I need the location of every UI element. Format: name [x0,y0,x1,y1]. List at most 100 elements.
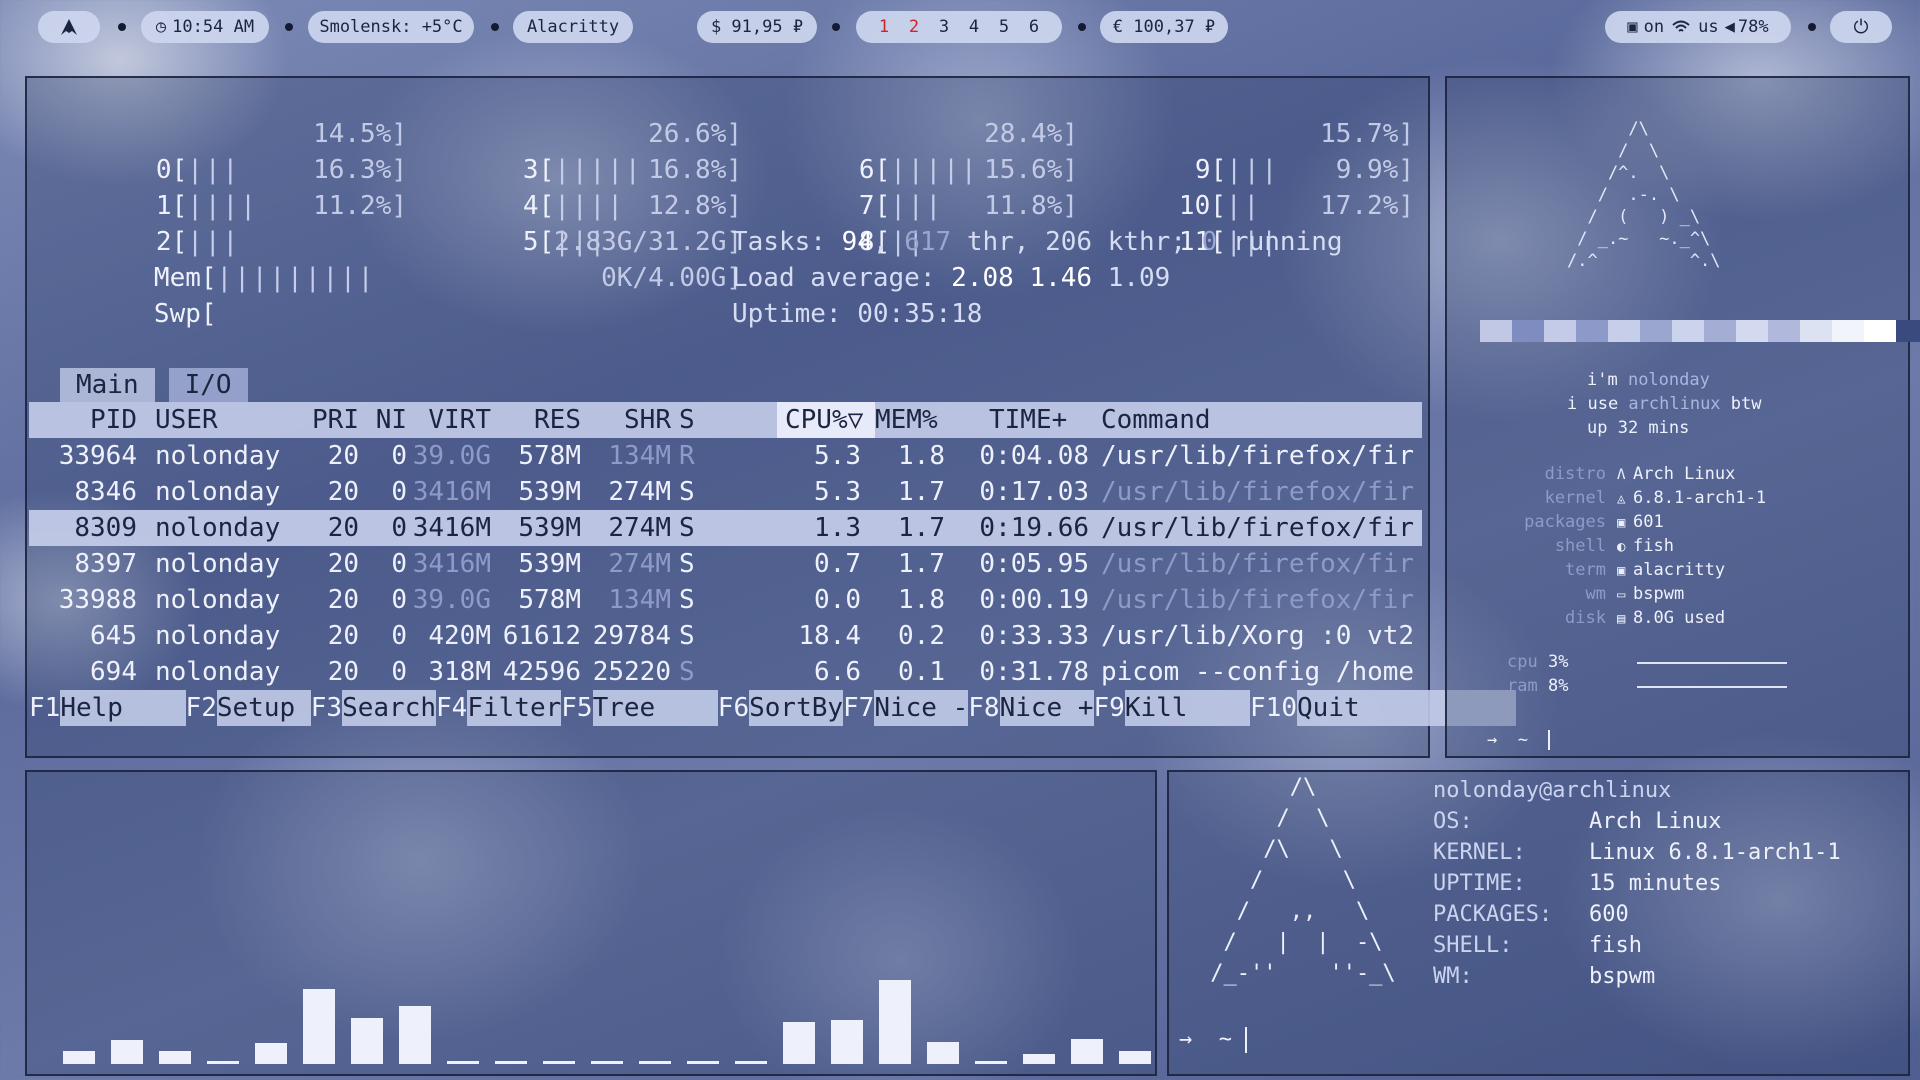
cpu-time: 0:31.78 [979,657,1089,687]
visualizer-bar [783,1022,815,1064]
load-15min: 1.09 [1107,263,1171,293]
clock-widget[interactable]: ◷ 10:54 AM [141,11,269,43]
column-shr[interactable]: SHR [589,402,671,438]
network-state: on [1643,17,1665,37]
process-row[interactable]: 33988 nolonday 20 0 39.0G 578M 134M S 0.… [29,582,1422,618]
fkey-number: F6 [717,693,750,723]
workspace-2[interactable]: 2 [899,17,929,37]
process-row[interactable]: 645 nolonday 20 0 420M 61612 29784 S 18.… [29,618,1422,654]
workspace-3[interactable]: 3 [929,17,959,37]
nice: 0 [391,549,407,579]
process-row[interactable]: 8397 nolonday 20 0 3416M 539M 274M S 0.7… [29,546,1422,582]
column-user[interactable]: USER [155,402,218,438]
f4-filter-button[interactable]: F4 Filter [436,690,562,726]
process-row-selected[interactable]: 8309 nolonday 20 0 3416M 539M 274M S 1.3… [29,510,1422,546]
palette-swatch [1736,320,1768,342]
terminal-prompt[interactable]: → ~ [1179,1024,1248,1055]
network-icon[interactable]: ▣ [1627,17,1637,37]
f9-kill-button[interactable]: F9 Kill [1094,690,1251,726]
cpu-percent: 1.3 [814,513,861,543]
terminal-prompt[interactable]: → ~ [1487,728,1551,752]
tab-main[interactable]: Main [60,368,155,402]
f2-setup-button[interactable]: F2 Setup [186,690,311,726]
volume-icon[interactable]: ◀ [1725,17,1735,37]
info-distro: distro Λ Arch Linux [1447,462,1908,486]
workspace-5[interactable]: 5 [989,17,1019,37]
workspace-1[interactable]: 1 [869,17,899,37]
column-res[interactable]: RES [499,402,581,438]
process-row[interactable]: 694 nolonday 20 0 318M 42596 25220 S 6.6… [29,654,1422,690]
load-average-label: Load average: [732,263,952,293]
audio-visualizer-window[interactable] [25,770,1157,1076]
f7-nice-minus-button[interactable]: F7 Nice - [843,690,969,726]
workspace-6[interactable]: 6 [1019,17,1049,37]
cpu-usage-label: cpu [1507,652,1538,672]
info-disk: disk ▤ 8.0G used [1447,606,1908,630]
column-state[interactable]: S [679,402,695,438]
weather-widget[interactable]: Smolensk: +5°C [308,11,474,43]
column-mem[interactable]: MEM% [875,402,938,438]
f3-search-button[interactable]: F3 Search [311,690,437,726]
menu-button[interactable] [38,11,100,43]
usd-rate[interactable]: $ 91,95 ₽ [697,11,817,43]
palette-swatch [1544,320,1576,342]
process-row[interactable]: 8346 nolonday 20 0 3416M 539M 274M S 5.3… [29,474,1422,510]
cursor [1548,730,1551,750]
column-ni[interactable]: NI [359,402,407,438]
f5-tree-button[interactable]: F5 Tree [561,690,718,726]
htop-window[interactable]: 0[||| 14.5%] 1[|||| 16.3%] 2[||| 11.2%] 3[|… [25,76,1517,758]
workspace-4[interactable]: 4 [959,17,989,37]
state: S [679,477,695,507]
window-icon: ▭ [1617,587,1626,603]
visualizer-bar [927,1042,959,1064]
volume-level[interactable]: 78% [1738,17,1769,37]
fetch-os: OS: Arch Linux [1433,806,1721,837]
sysinfo-window[interactable]: /\ / \ /^. \ / .-. \ / ( ) _\ / _.~ ~._^… [1445,76,1920,758]
cpu-time: 0:00.19 [979,585,1089,615]
cpu-percent: 18.4 [798,621,861,651]
htop: 0[||| 14.5%] 1[|||| 16.3%] 2[||| 11.2%] 3[|… [27,78,1517,756]
uptime: Uptime: 00:35:18 [732,296,982,332]
visualizer-bar [255,1043,287,1064]
fetch-key: WM: [1433,964,1473,989]
palette-swatch [1768,320,1800,342]
swap-meter: Swp[0K/4.00G] [60,260,742,368]
column-pri[interactable]: PRI [289,402,359,438]
separator-dot [285,23,293,31]
tab-io[interactable]: I/O [168,368,248,402]
separator-dot [118,23,126,31]
palette-swatch [1608,320,1640,342]
res: 61612 [502,621,581,651]
mem-percent: 1.7 [898,513,945,543]
column-pid[interactable]: PID [67,402,137,438]
info-kernel: kernel ◬ 6.8.1-arch1-1 [1447,486,1908,510]
fetch-kernel: KERNEL: Linux 6.8.1-arch1-1 [1433,837,1841,868]
column-virt[interactable]: VIRT [409,402,491,438]
f6-sortby-button[interactable]: F6 SortBy [717,690,844,726]
arch-logo-icon [61,19,77,35]
f8-nice-plus-button[interactable]: F8 Nice + [968,690,1094,726]
command: /usr/lib/firefox/fir [1101,441,1415,471]
eur-rate[interactable]: € 100,37 ₽ [1100,11,1228,43]
ram-usage: ram 8% [1507,674,1807,698]
power-button[interactable]: ⏻ [1830,11,1892,43]
process-row[interactable]: 33964 nolonday 20 0 39.0G 578M 134M R 5.… [29,438,1422,474]
f1-help-button[interactable]: F1 Help [29,690,186,726]
priority: 20 [327,657,359,687]
command: /usr/lib/firefox/fir [1101,513,1415,543]
fetch-value: fish [1589,933,1642,958]
swap-meter-label: Swp[ [153,299,217,329]
info-shell: shell ◐ fish [1447,534,1908,558]
tasks-label: Tasks: [732,227,842,257]
keyboard-layout[interactable]: us [1698,17,1718,37]
cpu-usage-value: 3% [1547,652,1569,672]
column-cpu[interactable]: CPU%▽ [785,402,863,438]
neofetch-window[interactable]: /\ / \ /\ \ / \ / ,, \ / | | -\ /_-'' ''… [1167,770,1910,1076]
visualizer-bar [591,1061,623,1064]
palette-swatch [1576,320,1608,342]
column-command[interactable]: Command [1101,402,1211,438]
column-time[interactable]: TIME+ [989,402,1067,438]
cpu-meter-percent: 11.2%] [313,191,407,221]
wifi-icon[interactable] [1672,20,1690,34]
shr: 29784 [592,621,671,651]
